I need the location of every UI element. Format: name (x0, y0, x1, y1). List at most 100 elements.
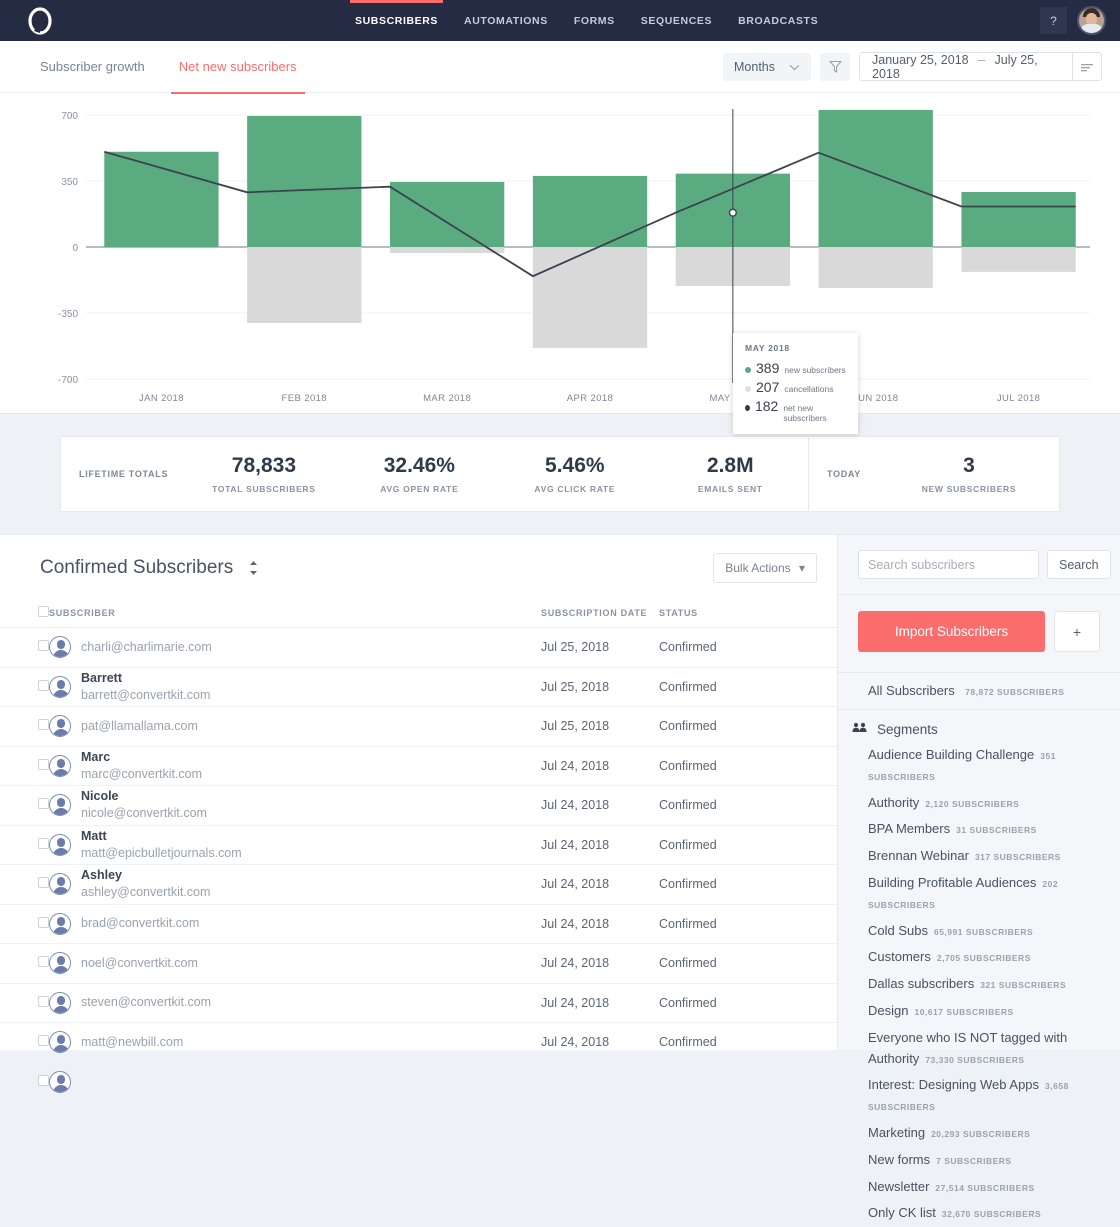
table-row[interactable]: Matt matt@epicbulletjournals.com Jul 24, 2… (0, 825, 837, 865)
table-row[interactable]: matt@newbill.com Jul 24, 2018 Confirmed (0, 1022, 837, 1063)
tab-net-new-subscribers-label: Net new subscribers (178, 59, 297, 74)
users-group-icon (852, 720, 867, 738)
table-row[interactable]: brad@convertkit.com Jul 24, 2018 Confirmed (0, 904, 837, 944)
chart-bar-cancellations[interactable] (818, 247, 933, 288)
chart-bar-cancellations[interactable] (961, 247, 1076, 272)
sidebar-item-segment[interactable]: Cold Subs 65,991 SUBSCRIBERS (868, 918, 1106, 945)
user-avatar-icon (49, 912, 71, 935)
user-avatar-icon (49, 715, 71, 738)
row-checkbox[interactable] (38, 916, 49, 928)
row-checkbox[interactable] (38, 956, 49, 968)
nav-tab-subscribers[interactable]: SUBSCRIBERS (349, 0, 444, 41)
sidebar-item-segment[interactable]: Everyone who IS NOT tagged with Authorit… (868, 1025, 1106, 1073)
list-lines-icon[interactable] (1073, 62, 1101, 72)
convertkit-logo-icon[interactable] (0, 6, 80, 36)
sidebar-item-all-subscribers[interactable]: All Subscribers 78,872 SUBSCRIBERS (838, 673, 1120, 710)
row-checkbox[interactable] (38, 1035, 49, 1047)
row-checkbox[interactable] (38, 995, 49, 1007)
row-select-cell (0, 904, 49, 944)
date-range-value[interactable]: January 25, 2018 – July 25, 2018 (860, 53, 1072, 81)
search-input[interactable] (858, 550, 1039, 579)
subscriber-email: steven@convertkit.com (81, 995, 212, 1010)
sidebar-item-segment[interactable]: Only CK list 32,670 SUBSCRIBERS (868, 1200, 1106, 1227)
table-row[interactable]: Marc marc@convertkit.com Jul 24, 2018 Confi… (0, 746, 837, 786)
date-range-field[interactable]: January 25, 2018 – July 25, 2018 (859, 52, 1102, 81)
subscribers-table-head: SUBSCRIBER SUBSCRIPTION DATE STATUS (0, 599, 837, 628)
row-select-cell (0, 667, 49, 707)
avatar[interactable] (1077, 6, 1106, 35)
segment-count: 2,120 SUBSCRIBERS (925, 798, 1020, 809)
row-checkbox[interactable] (38, 640, 49, 652)
select-all-checkbox[interactable] (38, 606, 49, 617)
stat-avg-click-rate: 5.46% AVG CLICK RATE (497, 437, 652, 511)
chart-bar-new-subscribers[interactable] (104, 151, 219, 247)
user-avatar-icon (49, 1031, 71, 1054)
subscriber-email: brad@convertkit.com (81, 916, 200, 931)
funnel-icon[interactable] (820, 52, 850, 81)
sidebar-item-segment[interactable]: Dallas subscribers 321 SUBSCRIBERS (868, 971, 1106, 998)
table-row[interactable]: noel@convertkit.com Jul 24, 2018 Confirmed (0, 943, 837, 984)
sidebar-item-segment[interactable]: Audience Building Challenge 351 SUBSCRIBE… (868, 742, 1106, 790)
sidebar-item-segment[interactable]: Authority 2,120 SUBSCRIBERS (868, 790, 1106, 817)
column-subscriber[interactable]: SUBSCRIBER (49, 599, 541, 628)
subscribers-header: Confirmed Subscribers Bulk Actions ▾ (0, 535, 837, 599)
nav-tab-broadcasts[interactable]: BROADCASTS (738, 0, 818, 41)
row-checkbox[interactable] (38, 798, 49, 810)
y-axis-tick-label: -350 (58, 309, 78, 320)
row-checkbox[interactable] (38, 1074, 49, 1086)
table-row[interactable]: steven@convertkit.com Jul 24, 2018 Confirm… (0, 983, 837, 1023)
sidebar-item-segment[interactable]: Design 10,617 SUBSCRIBERS (868, 998, 1106, 1025)
row-checkbox[interactable] (38, 719, 49, 731)
granularity-label: Months (734, 59, 775, 74)
sidebar-item-segment[interactable]: Customers 2,705 SUBSCRIBERS (868, 944, 1106, 971)
sort-updown-icon[interactable] (249, 560, 258, 576)
table-row[interactable]: pat@llamallama.com Jul 25, 2018 Confirmed (0, 706, 837, 747)
segment-name: BPA Members (868, 821, 951, 837)
help-label: ? (1050, 13, 1057, 28)
search-button[interactable]: Search (1047, 550, 1111, 579)
row-checkbox[interactable] (38, 679, 49, 691)
row-checkbox[interactable] (38, 758, 49, 770)
sidebar-item-segment[interactable]: BPA Members 31 SUBSCRIBERS (868, 816, 1106, 843)
table-row[interactable]: Barrett barrett@convertkit.com Jul 25, 201… (0, 667, 837, 707)
chart-bar-cancellations[interactable] (532, 247, 648, 348)
row-checkbox[interactable] (38, 877, 49, 889)
help-icon[interactable]: ? (1040, 7, 1067, 34)
nav-tab-sequences[interactable]: SEQUENCES (641, 0, 712, 41)
subscriber-cell: Nicole nicole@convertkit.com (49, 785, 541, 826)
granularity-dropdown[interactable]: Months (723, 52, 811, 81)
sidebar-item-segment[interactable]: Newsletter 27,514 SUBSCRIBERS (868, 1174, 1106, 1201)
add-subscriber-button[interactable]: + (1054, 611, 1100, 652)
segment-name: Only CK list (868, 1205, 936, 1221)
sidebar-item-segment[interactable]: Brennan Webinar 317 SUBSCRIBERS (868, 843, 1106, 870)
chart-bar-new-subscribers[interactable] (247, 115, 362, 247)
chart-bar-new-subscribers[interactable] (532, 175, 648, 247)
chart-bar-new-subscribers[interactable] (818, 109, 933, 247)
table-row[interactable]: Nicole nicole@convertkit.com Jul 24, 2018 C… (0, 785, 837, 826)
chart-bar-new-subscribers[interactable] (390, 181, 505, 247)
bulk-actions-button[interactable]: Bulk Actions ▾ (713, 553, 817, 583)
import-subscribers-button[interactable]: Import Subscribers (858, 611, 1045, 652)
sidebar-item-segment[interactable]: Marketing 20,293 SUBSCRIBERS (868, 1120, 1106, 1147)
nav-tab-automations[interactable]: AUTOMATIONS (464, 0, 548, 41)
chart-tooltip: MAY 2018 389 new subscribers 207 cancell… (733, 333, 858, 434)
table-row[interactable]: charli@charlimarie.com Jul 25, 2018 Confir… (0, 627, 837, 668)
chart-bar-new-subscribers[interactable] (961, 191, 1076, 247)
stat-new-subscribers-today-value: 3 (963, 454, 975, 477)
table-row[interactable]: Ashley ashley@convertkit.com Jul 24, 2018 C… (0, 864, 837, 905)
sidebar-item-segment[interactable]: Interest: Designing Web Apps 3,658 SUBSCR… (868, 1072, 1106, 1120)
row-checkbox[interactable] (38, 837, 49, 849)
chevron-down-icon (789, 60, 800, 74)
y-axis-tick-label: -700 (58, 375, 78, 386)
sidebar-item-segment[interactable]: Building Profitable Audiences 202 SUBSCRI… (868, 870, 1106, 918)
column-status[interactable]: STATUS (659, 599, 837, 628)
segment-count: 2,705 SUBSCRIBERS (936, 953, 1031, 964)
chart-bar-cancellations[interactable] (247, 247, 362, 323)
nav-tab-forms-label: FORMS (573, 14, 615, 27)
sidebar-item-segment[interactable]: New forms 7 SUBSCRIBERS (868, 1147, 1106, 1174)
tab-net-new-subscribers[interactable]: Net new subscribers (170, 41, 305, 94)
nav-tab-forms[interactable]: FORMS (574, 0, 615, 41)
tab-subscriber-growth[interactable]: Subscriber growth (40, 41, 145, 93)
net-new-subscribers-chart[interactable]: 700 350 0 -350 -700 JAN 2018 FEB 2018 MAR 2018 A… (40, 105, 1102, 405)
column-subscription-date[interactable]: SUBSCRIPTION DATE (541, 599, 659, 628)
